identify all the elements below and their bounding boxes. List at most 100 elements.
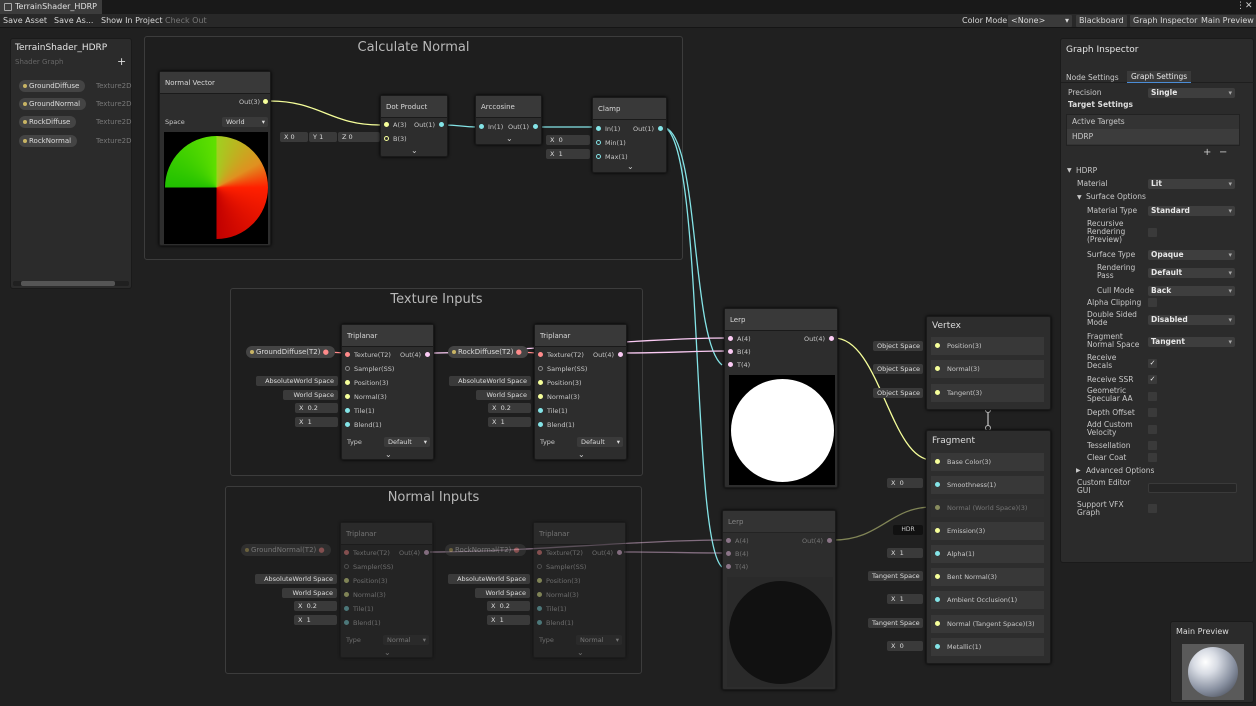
port-out-dot[interactable] [439, 122, 444, 127]
property-node-rock-diffuse[interactable]: RockDiffuse(T2) ● [448, 346, 528, 358]
port-a-dot[interactable] [728, 336, 733, 341]
port-out-dot[interactable] [829, 336, 834, 341]
port-out-dot[interactable] [827, 538, 832, 543]
property-rock-diffuse[interactable]: RockDiffuse [19, 116, 77, 128]
cull-mode-dropdown[interactable]: Back [1148, 286, 1235, 296]
node-lerp[interactable]: Lerp A(4) B(4) T(4) Out(4) [722, 510, 836, 690]
port-dot[interactable] [935, 644, 940, 649]
normal-space-input[interactable]: World Space [282, 588, 337, 598]
normal-space-input[interactable]: World Space [475, 588, 530, 598]
material-dropdown[interactable]: Lit [1148, 179, 1235, 189]
double-sided-dropdown[interactable]: Disabled [1148, 315, 1235, 325]
port-blend-dot[interactable] [538, 422, 543, 427]
port-dot[interactable] [935, 574, 940, 579]
bent-normal-space[interactable]: Tangent Space [868, 571, 923, 581]
blend-field[interactable]: X 1 [295, 417, 338, 427]
port-normal-dot[interactable] [345, 394, 350, 399]
alpha-field[interactable]: X 1 [887, 548, 923, 558]
vertex-position-slot[interactable]: Position(3) [931, 337, 1044, 355]
rendering-pass-dropdown[interactable]: Default [1148, 268, 1235, 278]
master-fragment-block[interactable]: Fragment Base Color(3) Smoothness(1) Nor… [926, 430, 1051, 664]
blend-field[interactable]: X 1 [488, 417, 531, 427]
metallic-slot[interactable]: Metallic(1) [931, 638, 1044, 656]
tab-graph-settings[interactable]: Graph Settings [1127, 71, 1192, 83]
port-texture-dot[interactable] [537, 550, 542, 555]
custom-gui-input[interactable] [1148, 483, 1237, 493]
node-triplanar[interactable]: Triplanar Texture(T2) Sampler(SS) Positi… [341, 324, 434, 460]
tile-field[interactable]: X 0.2 [488, 403, 531, 413]
port-out-dot[interactable] [533, 124, 538, 129]
position-space-input[interactable]: AbsoluteWorld Space [256, 376, 338, 386]
ambient-occlusion-slot[interactable]: Ambient Occlusion(1) [931, 591, 1044, 609]
port-out-dot[interactable] [618, 352, 623, 357]
property-node-ground-normal[interactable]: GroundNormal(T2) ● [241, 544, 331, 556]
material-type-dropdown[interactable]: Standard [1148, 206, 1235, 216]
tab-node-settings[interactable]: Node Settings [1066, 73, 1119, 82]
vertex-tangent-slot[interactable]: Tangent(3) [931, 384, 1044, 402]
node-dot-product[interactable]: Dot Product A(3) B(3) Out(1) ⌄ [380, 95, 448, 157]
tile-field[interactable]: X 0.2 [295, 403, 338, 413]
clamp-min-field[interactable]: X 0 [546, 135, 590, 145]
port-blend-dot[interactable] [344, 620, 349, 625]
node-triplanar[interactable]: Triplanar Texture(T2) Sampler(SS) Positi… [533, 522, 626, 658]
add-property-button[interactable]: + [117, 55, 126, 68]
port-max-dot[interactable] [596, 154, 601, 159]
collapse-chevron-icon[interactable]: ⌄ [506, 134, 513, 143]
vertex-tangent-space[interactable]: Object Space [873, 388, 923, 398]
port-tile-dot[interactable] [537, 606, 542, 611]
port-texture-dot[interactable] [345, 352, 350, 357]
surface-type-dropdown[interactable]: Opaque [1148, 250, 1235, 260]
port-dot[interactable] [935, 366, 940, 371]
hdrp-foldout[interactable]: HDRP [1076, 167, 1097, 175]
port-position-dot[interactable] [538, 380, 543, 385]
fragment-normal-dropdown[interactable]: Tangent [1148, 337, 1235, 347]
port-a-dot[interactable] [384, 122, 389, 127]
collapse-chevron-icon[interactable]: ⌄ [411, 146, 418, 155]
port-tile-dot[interactable] [345, 408, 350, 413]
precision-dropdown[interactable]: Single [1148, 88, 1235, 98]
port-dot[interactable] [935, 551, 940, 556]
port-b-dot[interactable] [726, 551, 731, 556]
port-normal-dot[interactable] [537, 592, 542, 597]
port-dot[interactable] [935, 459, 940, 464]
vertex-position-space[interactable]: Object Space [873, 341, 923, 351]
node-clamp[interactable]: Clamp In(1) Min(1) Max(1) Out(1) ⌄ [592, 97, 667, 173]
port-dot[interactable] [935, 390, 940, 395]
port-out-dot[interactable] [263, 99, 268, 104]
horizontal-scrollbar[interactable] [13, 281, 129, 286]
depth-offset-checkbox[interactable] [1148, 408, 1157, 417]
port-position-dot[interactable] [344, 578, 349, 583]
port-in-dot[interactable] [596, 126, 601, 131]
port-t-dot[interactable] [728, 362, 733, 367]
node-lerp[interactable]: Lerp A(4) B(4) T(4) Out(4) [724, 308, 838, 488]
metallic-field[interactable]: X 0 [887, 641, 923, 651]
port-texture-dot[interactable] [538, 352, 543, 357]
receive-decals-checkbox[interactable]: ✓ [1148, 359, 1157, 368]
node-triplanar[interactable]: Triplanar Texture(T2) Sampler(SS) Positi… [534, 324, 627, 460]
port-normal-dot[interactable] [344, 592, 349, 597]
port-b-dot[interactable] [384, 136, 389, 141]
type-dropdown[interactable]: Normal ▾ [576, 635, 622, 645]
port-out-dot[interactable] [425, 352, 430, 357]
tile-field[interactable]: X 0.2 [294, 601, 337, 611]
port-dot[interactable] [935, 528, 940, 533]
vertex-normal-space[interactable]: Object Space [873, 364, 923, 374]
property-ground-normal[interactable]: GroundNormal [19, 98, 87, 110]
node-triplanar[interactable]: Triplanar Texture(T2) Sampler(SS) Positi… [340, 522, 433, 658]
surface-options-foldout[interactable]: Surface Options [1086, 193, 1146, 201]
port-tile-dot[interactable] [538, 408, 543, 413]
remove-target-button[interactable]: − [1219, 148, 1227, 158]
dot-b-x-field[interactable]: X 0 [280, 132, 308, 142]
texture-port-dot-icon[interactable]: ● [516, 348, 522, 356]
normal-space-input[interactable]: World Space [283, 390, 338, 400]
port-position-dot[interactable] [537, 578, 542, 583]
port-a-dot[interactable] [726, 538, 731, 543]
port-dot[interactable] [935, 343, 940, 348]
advanced-options-foldout[interactable]: Advanced Options [1086, 467, 1154, 475]
dot-b-z-field[interactable]: Z 0 [338, 132, 380, 142]
port-sampler-dot[interactable] [537, 564, 542, 569]
clear-coat-checkbox[interactable] [1148, 453, 1157, 462]
texture-port-dot-icon[interactable]: ● [323, 348, 329, 356]
port-texture-dot[interactable] [344, 550, 349, 555]
bent-normal-slot[interactable]: Bent Normal(3) [931, 568, 1044, 586]
